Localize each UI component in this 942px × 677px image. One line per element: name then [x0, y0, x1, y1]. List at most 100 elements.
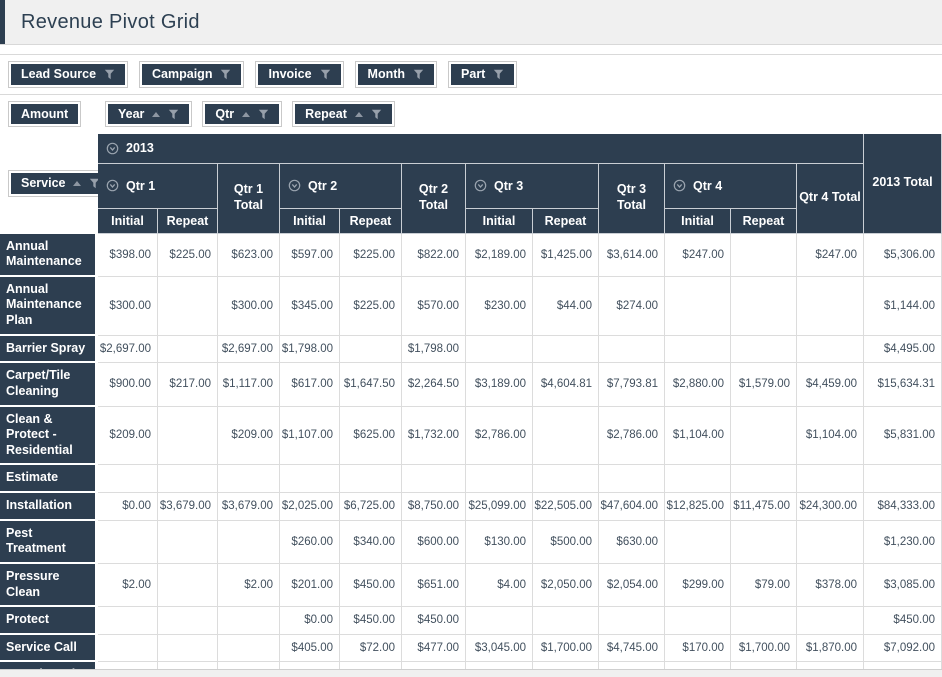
filter-icon[interactable]: [220, 69, 231, 80]
column-group-qtr-1[interactable]: Qtr 1: [98, 163, 218, 209]
collapse-icon-qtr-3[interactable]: [474, 179, 487, 192]
filter-icon[interactable]: [168, 109, 179, 120]
data-cell: $79.00: [731, 563, 797, 608]
row-header-protect: Protect: [0, 607, 98, 635]
data-cell: $2,786.00: [599, 406, 665, 466]
column-group-qtr-4[interactable]: Qtr 4: [665, 163, 797, 209]
column-group-qtr-3[interactable]: Qtr 3: [466, 163, 599, 209]
filter-icon[interactable]: [493, 69, 504, 80]
data-cell: $5,831.00: [864, 406, 942, 466]
collapse-icon-qtr-1[interactable]: [106, 179, 119, 192]
grand-total-cell: $32,358.00: [797, 662, 864, 669]
filter-field-invoice-label: Invoice: [268, 67, 312, 81]
collapse-icon-qtr-2[interactable]: [288, 179, 301, 192]
filter-field-invoice[interactable]: Invoice: [255, 61, 344, 88]
column-group-2013[interactable]: 2013: [98, 133, 864, 164]
filter-field-campaign[interactable]: Campaign: [139, 61, 245, 88]
data-cell: $0.00: [280, 607, 340, 635]
data-cell: $47,604.00: [599, 493, 665, 521]
data-cell: $1,104.00: [797, 406, 864, 466]
data-cell: $1,798.00: [402, 335, 466, 364]
filter-icon[interactable]: [413, 69, 424, 80]
data-cell: $300.00: [98, 276, 158, 336]
sort-ascending-icon[interactable]: [242, 111, 251, 117]
data-field-amount-label: Amount: [21, 106, 69, 121]
data-cell: $345.00: [280, 276, 340, 336]
data-cell: $625.00: [340, 406, 402, 466]
data-cell: $500.00: [533, 520, 599, 564]
data-cell: $217.00: [158, 363, 218, 407]
column-header-qtr-1-repeat: Repeat: [158, 208, 218, 234]
data-cell: [158, 465, 218, 493]
data-cell: [533, 406, 599, 466]
data-cell: $247.00: [797, 233, 864, 277]
data-cell: [533, 465, 599, 493]
data-cell: $1,579.00: [731, 363, 797, 407]
filter-icon[interactable]: [320, 69, 331, 80]
data-cell: $822.00: [402, 233, 466, 277]
grand-total-cell: $36,672.00: [466, 662, 533, 669]
column-group-qtr-2[interactable]: Qtr 2: [280, 163, 402, 209]
sort-ascending-icon[interactable]: [354, 111, 363, 117]
filter-fields-area: Lead Source Campaign Invoice Month Part: [0, 54, 942, 95]
collapse-icon-2013[interactable]: [106, 142, 119, 155]
data-cell: $84,333.00: [864, 493, 942, 521]
grand-total-cell: $17,525.00: [665, 662, 731, 669]
row-header-annual-maintenance: Annual Maintenance: [0, 233, 98, 277]
data-cell: $12,825.00: [665, 493, 731, 521]
data-cell: $130.00: [466, 520, 533, 564]
data-cell: [797, 335, 864, 364]
grand-total-cell: $14,833.00: [731, 662, 797, 669]
data-cell: [797, 465, 864, 493]
sort-ascending-icon[interactable]: [73, 181, 82, 186]
data-cell: [665, 520, 731, 564]
data-cell: $225.00: [158, 233, 218, 277]
data-cell: [98, 465, 158, 493]
data-cell: $900.00: [98, 363, 158, 407]
data-cell: [158, 520, 218, 564]
data-cell: $170.00: [665, 634, 731, 663]
grand-total-cell: $4,121.00: [158, 662, 218, 669]
data-cell: [158, 276, 218, 336]
horizontal-scrollbar-track[interactable]: [0, 669, 942, 677]
column-field-year[interactable]: Year: [105, 100, 193, 128]
data-cell: [340, 335, 402, 364]
data-fields-area: Amount: [0, 100, 98, 128]
filter-field-month-label: Month: [367, 67, 406, 81]
data-cell: $3,045.00: [466, 634, 533, 663]
filter-icon[interactable]: [371, 109, 382, 120]
data-cell: $8,750.00: [402, 493, 466, 521]
grand-total-cell: $128,600.31: [864, 662, 942, 669]
data-cell: $201.00: [280, 563, 340, 608]
data-cell: [158, 634, 218, 663]
column-group-qtr-4-label: Qtr 4: [693, 178, 723, 193]
data-cell: [158, 335, 218, 364]
data-cell: $630.00: [599, 520, 665, 564]
sort-ascending-icon[interactable]: [152, 111, 161, 117]
filter-field-part-label: Part: [461, 67, 486, 81]
data-cell: [466, 335, 533, 364]
filter-field-lead-source[interactable]: Lead Source: [8, 61, 129, 88]
filter-field-part[interactable]: Part: [448, 61, 518, 88]
grand-total-cell: $7,355.00: [280, 662, 340, 669]
data-cell: [98, 520, 158, 564]
data-cell: $450.00: [340, 607, 402, 635]
grand-total-cell: $10,759.50: [340, 662, 402, 669]
filter-field-month[interactable]: Month: [354, 61, 438, 88]
column-field-qtr[interactable]: Qtr: [202, 100, 283, 128]
data-cell: $2,786.00: [466, 406, 533, 466]
data-cell: $0.00: [98, 493, 158, 521]
data-field-amount[interactable]: Amount: [8, 100, 82, 128]
row-header-carpet-tile-cleaning: Carpet/Tile Cleaning: [0, 363, 98, 407]
data-cell: [340, 465, 402, 493]
column-header-qtr-4-initial: Initial: [665, 208, 731, 234]
column-header-qtr-2-initial: Initial: [280, 208, 340, 234]
data-cell: $25,099.00: [466, 493, 533, 521]
data-cell: [797, 607, 864, 635]
data-cell: $274.00: [599, 276, 665, 336]
filter-icon[interactable]: [104, 69, 115, 80]
column-field-repeat[interactable]: Repeat: [292, 100, 395, 128]
collapse-icon-qtr-4[interactable]: [673, 179, 686, 192]
filter-icon[interactable]: [258, 109, 269, 120]
data-cell: [466, 465, 533, 493]
